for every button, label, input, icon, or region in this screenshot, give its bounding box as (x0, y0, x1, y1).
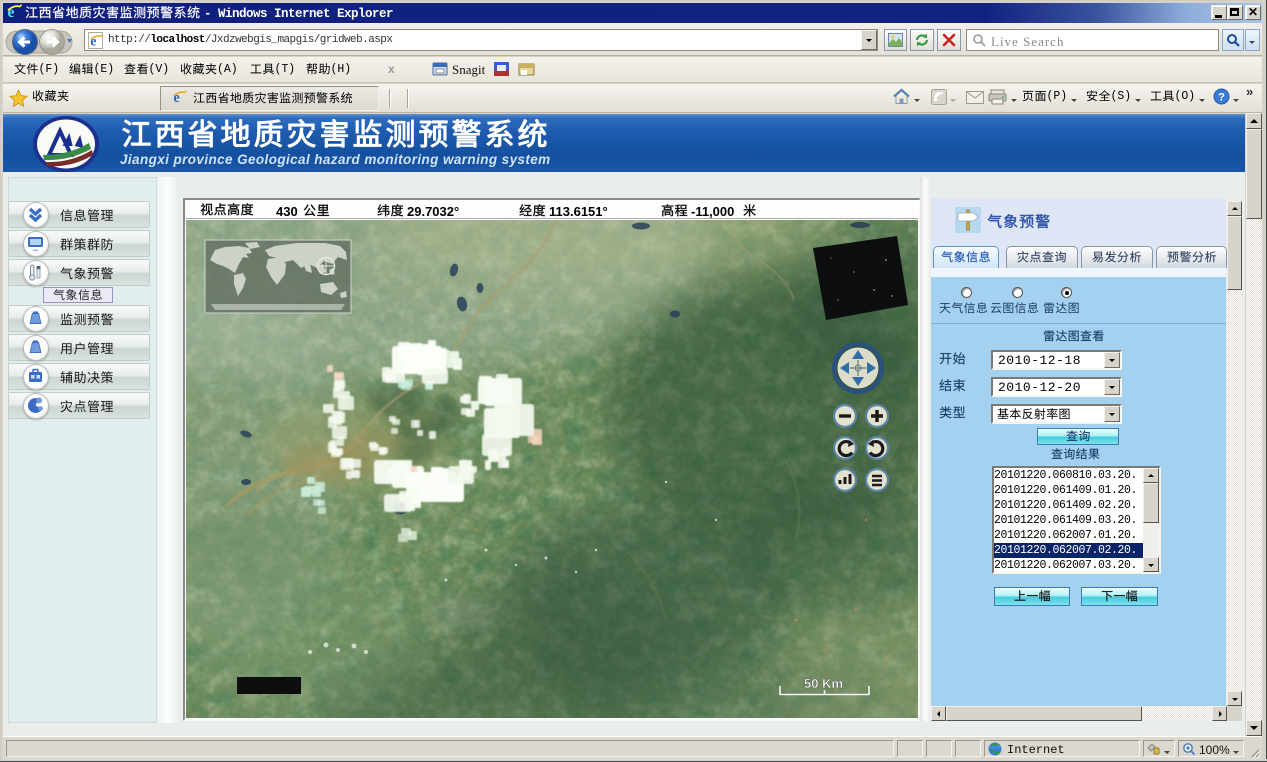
svg-text:?: ? (1218, 92, 1225, 104)
svg-text:50 Km: 50 Km (804, 676, 843, 691)
